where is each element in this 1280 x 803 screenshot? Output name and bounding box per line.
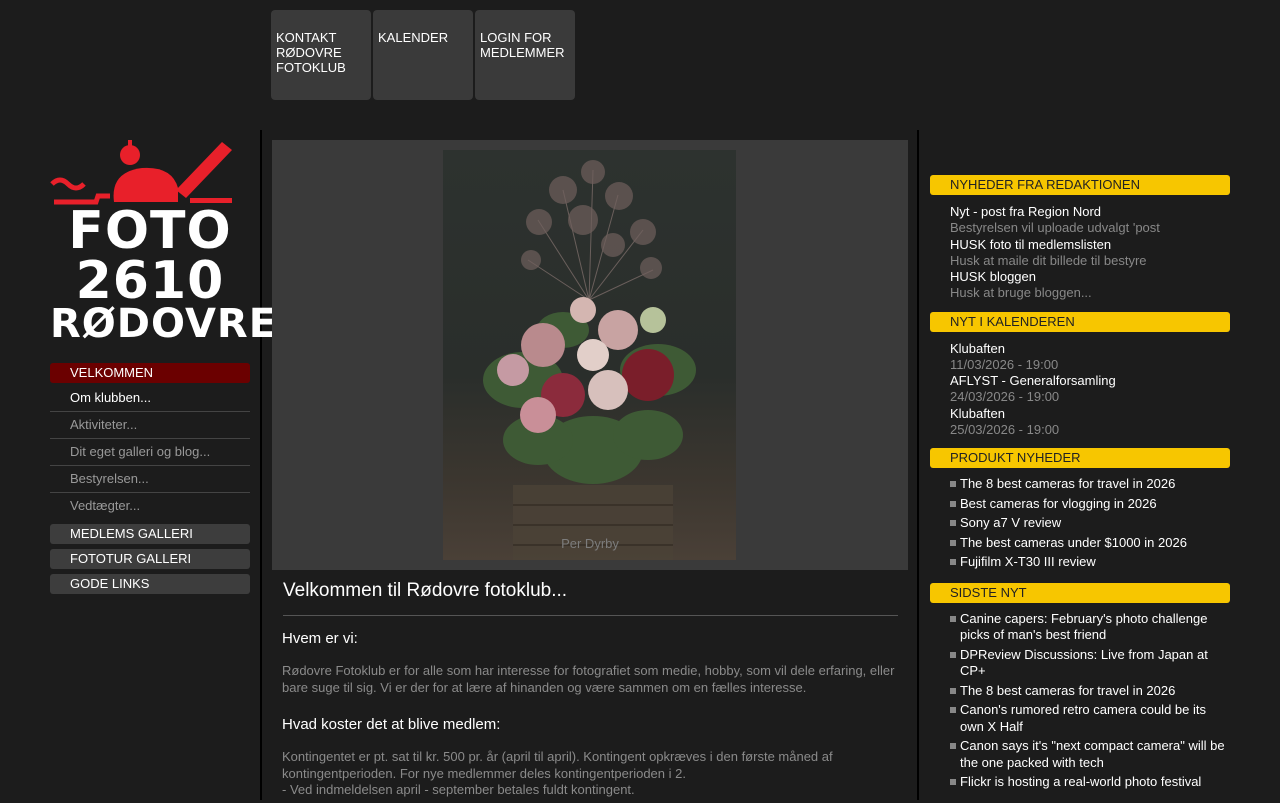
right-sidebar: NYHEDER FRA REDAKTIONEN Nyt - post fra R… (930, 175, 1230, 803)
paragraph-pris: Kontingentet er pt. sat til kr. 500 pr. … (282, 749, 898, 799)
calendar-list: Klubaften 11/03/2026 - 19:00 AFLYST - Ge… (930, 332, 1230, 449)
left-divider (260, 130, 262, 800)
calendar-event-title[interactable]: Klubaften (950, 341, 1230, 357)
section-head-calendar: NYT I KALENDEREN (930, 311, 1230, 332)
left-menu: VELKOMMEN Om klubben... Aktiviteter... D… (50, 363, 250, 594)
flower-bouquet-image (483, 160, 696, 560)
news-item-teaser: Husk at maile dit billede til bestyre (950, 252, 1147, 268)
article-title: Velkommen til Rødovre fotoklub... (283, 580, 898, 616)
product-news-link[interactable]: Fujifilm X-T30 III review (950, 554, 1230, 571)
news-item-teaser: Bestyrelsen vil uploade udvalgt 'post (950, 220, 1160, 235)
section-head-latest: SIDSTE NYT (930, 582, 1230, 603)
velkommen-submenu: Om klubben... Aktiviteter... Dit eget ga… (50, 385, 250, 519)
heading-pris: Hvad koster det at blive medlem: (282, 716, 501, 733)
latest-news-link[interactable]: Canine capers: February's photo challeng… (950, 611, 1230, 644)
featured-photo[interactable] (443, 150, 736, 560)
submenu-bestyrelsen[interactable]: Bestyrelsen... (50, 466, 250, 493)
calendar-event-date: 25/03/2026 - 19:00 (950, 421, 1060, 437)
news-item-title[interactable]: HUSK bloggen (950, 269, 1230, 285)
logo-line-rodovre: RØDOVRE (50, 301, 278, 347)
latest-news-list: Canine capers: February's photo challeng… (930, 603, 1230, 803)
paragraph-pris-line2: - Ved indmeldelsen april - september bet… (282, 782, 635, 797)
product-news-link[interactable]: The 8 best cameras for travel in 2026 (950, 476, 1230, 493)
photo-credit: Per Dyrby (561, 536, 619, 551)
paragraph-hvem: Rødovre Fotoklub er for alle som har int… (282, 663, 895, 695)
menu-medlems-galleri[interactable]: MEDLEMS GALLERI (50, 524, 250, 544)
camera-mascot-icon (50, 140, 232, 205)
logo-line-2610: 2610 (75, 251, 225, 311)
calendar-event-title[interactable]: Klubaften (950, 406, 1230, 422)
section-head-news: NYHEDER FRA REDAKTIONEN (930, 175, 1230, 195)
product-news-link[interactable]: The best cameras under $1000 in 2026 (950, 535, 1230, 552)
submenu-om-klubben[interactable]: Om klubben... (50, 385, 250, 412)
news-item-title[interactable]: Nyt - post fra Region Nord (950, 204, 1230, 220)
latest-news-link[interactable]: The 8 best cameras for travel in 2026 (950, 683, 1230, 700)
product-news-link[interactable]: Best cameras for vlogging in 2026 (950, 496, 1230, 513)
heading-hvem: Hvem er vi: (282, 630, 358, 647)
menu-velkommen[interactable]: VELKOMMEN (50, 363, 250, 383)
logo-line-foto: FOTO (68, 201, 232, 261)
top-navigation: KONTAKT RØDOVRE FOTOKLUB KALENDER LOGIN … (271, 10, 575, 100)
calendar-event-date: 24/03/2026 - 19:00 (950, 389, 1060, 404)
right-divider (917, 130, 919, 800)
latest-news-link[interactable]: DPReview Discussions: Live from Japan at… (950, 647, 1230, 680)
product-news-link[interactable]: Sony a7 V review (950, 515, 1230, 532)
latest-news-link[interactable]: Canon's rumored retro camera could be it… (950, 702, 1230, 735)
submenu-aktiviteter[interactable]: Aktiviteter... (50, 412, 250, 439)
paragraph-pris-line1: Kontingentet er pt. sat til kr. 500 pr. … (282, 749, 833, 781)
nav-tab-kalender[interactable]: KALENDER (373, 10, 473, 100)
menu-fototur-galleri[interactable]: FOTOTUR GALLERI (50, 549, 250, 569)
nav-tab-login[interactable]: LOGIN FOR MEDLEMMER (475, 10, 575, 100)
section-head-products: PRODUKT NYHEDER (930, 448, 1230, 468)
welcome-article: Velkommen til Rødovre fotoklub... Hvem e… (282, 580, 898, 799)
latest-news-link[interactable]: Flickr is hosting a real-world photo fes… (950, 774, 1230, 791)
nav-tab-kontakt[interactable]: KONTAKT RØDOVRE FOTOKLUB (271, 10, 371, 100)
hero-slideshow: Per Dyrby (272, 140, 908, 570)
calendar-event-date: 11/03/2026 - 19:00 (950, 356, 1059, 372)
club-logo[interactable]: FOTO 2610 RØDOVRE (50, 140, 276, 344)
submenu-vedtaegter[interactable]: Vedtægter... (50, 493, 250, 519)
news-item-teaser: Husk at bruge bloggen... (950, 285, 1092, 300)
news-item-title[interactable]: HUSK foto til medlemslisten (950, 237, 1230, 253)
product-news-list: The 8 best cameras for travel in 2026 Be… (930, 468, 1230, 583)
calendar-event-title[interactable]: AFLYST - Generalforsamling (950, 373, 1230, 389)
menu-gode-links[interactable]: GODE LINKS (50, 574, 250, 594)
news-list: Nyt - post fra Region Nord Bestyrelsen v… (930, 195, 1230, 312)
latest-news-link[interactable]: Canon says it's "next compact camera" wi… (950, 738, 1230, 771)
submenu-galleri-blog[interactable]: Dit eget galleri og blog... (50, 439, 250, 466)
